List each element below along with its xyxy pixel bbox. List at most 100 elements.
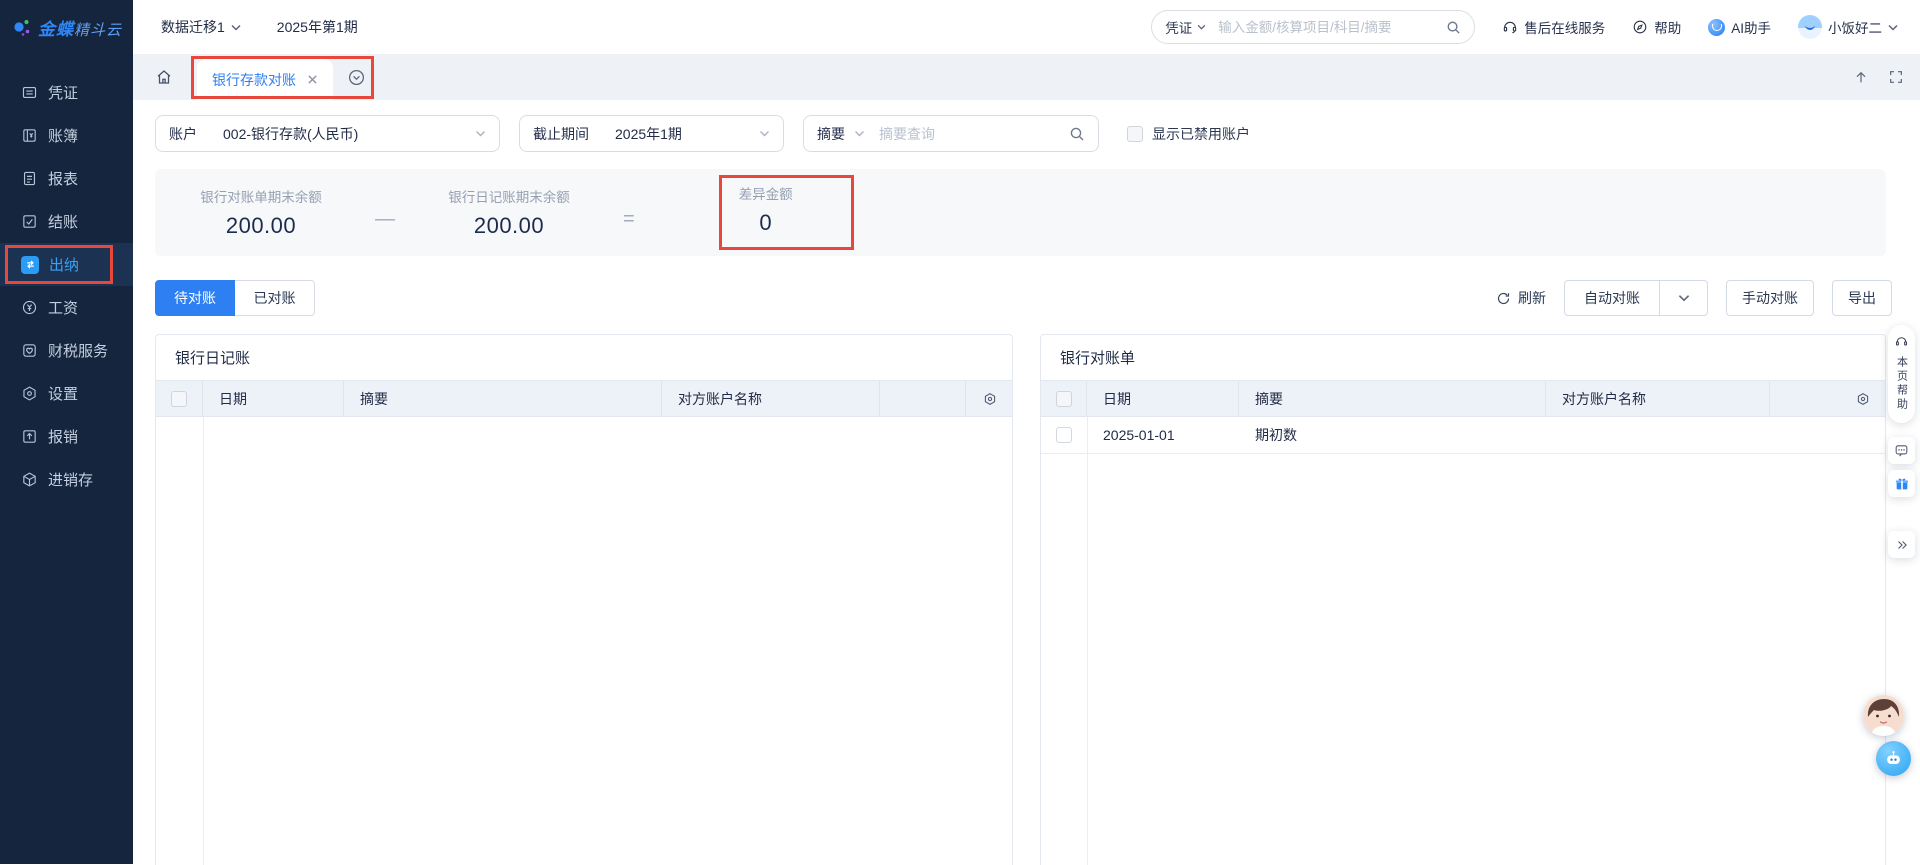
- page-help-label: 本页帮助: [1894, 356, 1910, 412]
- tax-service-icon: [21, 342, 38, 359]
- sidebar-item-salary[interactable]: 工资: [0, 286, 133, 329]
- search-category-dropdown[interactable]: 凭证: [1165, 17, 1206, 37]
- column-settings-gear-icon[interactable]: [1855, 391, 1871, 407]
- show-disabled-checkbox[interactable]: [1127, 126, 1143, 142]
- voucher-icon: [21, 84, 38, 101]
- column-divider: [203, 417, 204, 865]
- report-icon: [21, 170, 38, 187]
- sidebar-item-voucher[interactable]: 凭证: [0, 71, 133, 114]
- sidebar-item-closing[interactable]: 结账: [0, 200, 133, 243]
- after-sales-service[interactable]: 售后在线服务: [1502, 17, 1605, 37]
- column-header-date[interactable]: 日期: [1087, 381, 1239, 416]
- column-settings-gear-icon[interactable]: [982, 391, 998, 407]
- ai-assistant-label: AI助手: [1731, 17, 1771, 37]
- statement-balance-label: 银行对账单期末余额: [200, 186, 322, 206]
- show-disabled-accounts[interactable]: 显示已禁用账户: [1127, 124, 1250, 144]
- circle-chevron-down-icon: [347, 68, 366, 87]
- sidebar-item-reimbursement[interactable]: 报销: [0, 415, 133, 458]
- column-header-counterparty[interactable]: 对方账户名称: [1546, 381, 1770, 416]
- sidebar-item-label: 结账: [48, 211, 78, 232]
- scroll-top-icon[interactable]: [1853, 69, 1869, 85]
- sidebar-item-ledger[interactable]: 账簿: [0, 114, 133, 157]
- column-header-summary[interactable]: 摘要: [344, 381, 662, 416]
- assistant-avatar[interactable]: [1863, 695, 1904, 736]
- chevron-down-icon: [1197, 24, 1206, 30]
- closing-icon: [21, 213, 38, 230]
- feedback-chat-widget[interactable]: [1888, 437, 1915, 464]
- tab-done-reconcile[interactable]: 已对账: [235, 280, 315, 316]
- refresh-button[interactable]: 刷新: [1496, 288, 1546, 308]
- summary-filter-label[interactable]: 摘要: [817, 124, 845, 144]
- difference-label: 差异金额: [739, 183, 793, 203]
- select-all-checkbox[interactable]: [171, 391, 187, 407]
- user-avatar: [1798, 15, 1822, 39]
- chevron-down-icon[interactable]: [854, 130, 865, 137]
- auto-reconcile-button[interactable]: 自动对账: [1564, 280, 1660, 316]
- promotion-widget[interactable]: [1888, 470, 1915, 497]
- collapse-helper-widget[interactable]: [1888, 531, 1915, 558]
- chat-robot-button[interactable]: [1876, 741, 1911, 776]
- journal-balance-value: 200.00: [474, 213, 544, 239]
- user-name: 小饭好二: [1828, 17, 1882, 37]
- chevron-down-icon: [231, 24, 241, 31]
- column-header-counterparty[interactable]: 对方账户名称: [662, 381, 880, 416]
- support-icon: [1894, 334, 1909, 349]
- help-menu[interactable]: 帮助: [1632, 17, 1681, 37]
- journal-table-body: [156, 417, 1012, 865]
- reimbursement-icon: [21, 428, 38, 445]
- fullscreen-icon[interactable]: [1888, 69, 1904, 85]
- minus-operator: —: [375, 208, 395, 231]
- column-header-date[interactable]: 日期: [203, 381, 344, 416]
- table-row[interactable]: 2025-01-01 期初数: [1041, 417, 1885, 454]
- account-filter[interactable]: 账户 002-银行存款(人民币): [155, 115, 500, 152]
- sidebar-nav: 凭证 账簿 报表 结账 出纳 工资 财税服务: [0, 54, 133, 501]
- gift-icon: [1894, 476, 1910, 492]
- tab-bar: 银行存款对账: [133, 54, 1920, 100]
- statement-balance-group: 银行对账单期末余额 200.00: [191, 186, 331, 239]
- column-header-summary[interactable]: 摘要: [1239, 381, 1546, 416]
- after-sales-label: 售后在线服务: [1524, 17, 1605, 37]
- search-input[interactable]: [1218, 20, 1446, 35]
- sidebar-item-cashier[interactable]: 出纳: [0, 243, 133, 286]
- sidebar-item-inventory[interactable]: 进销存: [0, 458, 133, 501]
- summary-search-input[interactable]: [879, 126, 1069, 142]
- salary-icon: [21, 299, 38, 316]
- main-content: 账户 002-银行存款(人民币) 截止期间 2025年1期 摘要 显示已禁用账户…: [133, 100, 1920, 864]
- sidebar-item-reports[interactable]: 报表: [0, 157, 133, 200]
- search-icon[interactable]: [1446, 20, 1461, 35]
- user-menu[interactable]: 小饭好二: [1798, 15, 1898, 39]
- sidebar-item-label: 财税服务: [48, 340, 108, 361]
- auto-reconcile-dropdown[interactable]: [1659, 280, 1708, 316]
- ai-assistant[interactable]: AI助手: [1708, 17, 1771, 37]
- home-tab-button[interactable]: [155, 68, 173, 86]
- tab-bank-reconciliation[interactable]: 银行存款对账: [197, 59, 333, 100]
- account-filter-value: 002-银行存款(人民币): [223, 124, 358, 144]
- journal-panel: 银行日记账 日期 摘要 对方账户名称: [155, 334, 1013, 865]
- tab-pending-reconcile[interactable]: 待对账: [155, 280, 235, 316]
- cell-summary: 期初数: [1239, 425, 1546, 445]
- company-switcher[interactable]: 数据迁移1: [161, 17, 241, 37]
- search-icon[interactable]: [1069, 126, 1085, 142]
- tab-list-dropdown[interactable]: [347, 68, 366, 87]
- chevron-down-icon: [1678, 294, 1690, 302]
- tab-close-icon[interactable]: [307, 74, 318, 85]
- sidebar-item-tax-service[interactable]: 财税服务: [0, 329, 133, 372]
- headset-icon: [1502, 19, 1518, 35]
- sidebar-item-settings[interactable]: 设置: [0, 372, 133, 415]
- app-logo: 金蝶精斗云: [0, 0, 133, 54]
- page-help-widget[interactable]: 本页帮助: [1888, 325, 1915, 423]
- robot-face-icon: [1884, 749, 1903, 768]
- chevron-down-icon: [1888, 24, 1898, 31]
- sidebar-item-label: 出纳: [49, 254, 79, 275]
- company-name: 数据迁移1: [161, 17, 225, 37]
- ai-assistant-icon: [1708, 19, 1725, 36]
- statement-panel-title: 银行对账单: [1041, 335, 1885, 380]
- cell-date: 2025-01-01: [1087, 427, 1239, 443]
- journal-panel-title: 银行日记账: [156, 335, 1012, 380]
- summary-search-filter: 摘要: [803, 115, 1099, 152]
- select-all-checkbox[interactable]: [1056, 391, 1072, 407]
- export-button[interactable]: 导出: [1832, 280, 1892, 316]
- manual-reconcile-button[interactable]: 手动对账: [1726, 280, 1814, 316]
- row-checkbox[interactable]: [1056, 427, 1072, 443]
- period-filter[interactable]: 截止期间 2025年1期: [519, 115, 784, 152]
